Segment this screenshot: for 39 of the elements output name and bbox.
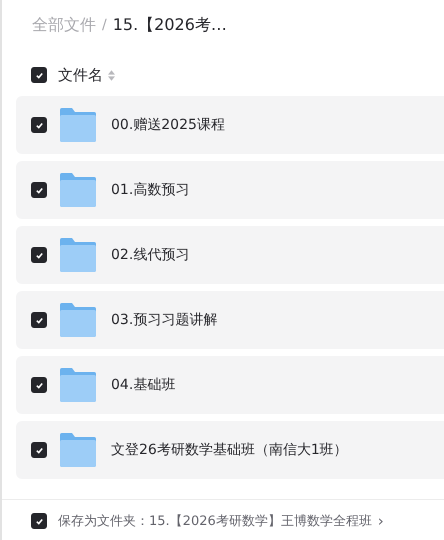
checkbox[interactable] (31, 312, 47, 328)
check-icon (34, 70, 44, 80)
checkbox[interactable] (31, 117, 47, 133)
file-row[interactable]: 03.预习习题讲解 (16, 291, 444, 349)
folder-icon (60, 303, 96, 337)
file-row[interactable]: 01.高数预习 (16, 161, 444, 219)
check-icon (34, 516, 44, 526)
file-name: 04.基础班 (111, 376, 176, 394)
check-icon (34, 316, 44, 324)
check-icon (34, 380, 44, 390)
chevron-link[interactable]: › (378, 512, 384, 530)
file-row[interactable]: 文登26考研数学基础班（南信大1班） (16, 421, 444, 479)
file-name: 文登26考研数学基础班（南信大1班） (111, 441, 348, 459)
check-icon (34, 250, 44, 260)
folder-icon (60, 108, 96, 142)
column-header[interactable]: 文件名 (58, 66, 103, 84)
select-all-checkbox[interactable] (31, 67, 47, 83)
checkbox[interactable] (31, 377, 47, 393)
folder-icon (60, 173, 96, 207)
file-row[interactable]: 00.赠送2025课程 (16, 96, 444, 154)
checkbox[interactable] (31, 247, 47, 263)
check-icon (34, 186, 44, 194)
folder-icon (60, 238, 96, 272)
file-row[interactable]: 04.基础班 (16, 356, 444, 414)
folder-icon (60, 433, 96, 467)
file-name: 00.赠送2025课程 (111, 116, 225, 134)
check-icon (34, 120, 44, 130)
breadcrumb-current: 15.【2026考… (112, 14, 227, 36)
breadcrumb-separator: / (102, 17, 107, 33)
file-name: 03.预习习题讲解 (111, 311, 218, 329)
folder-icon (60, 368, 96, 402)
checkbox[interactable] (31, 513, 47, 529)
file-name: 02.线代预习 (111, 246, 190, 264)
checkbox[interactable] (31, 442, 47, 458)
file-row[interactable]: 02.线代预习 (16, 226, 444, 284)
checkbox[interactable] (31, 182, 47, 198)
check-icon (34, 446, 44, 454)
save-as-folder-label: 保存为文件夹：15.【2026考研数学】王博数学全程班 (58, 513, 372, 530)
file-name: 01.高数预习 (111, 181, 190, 199)
